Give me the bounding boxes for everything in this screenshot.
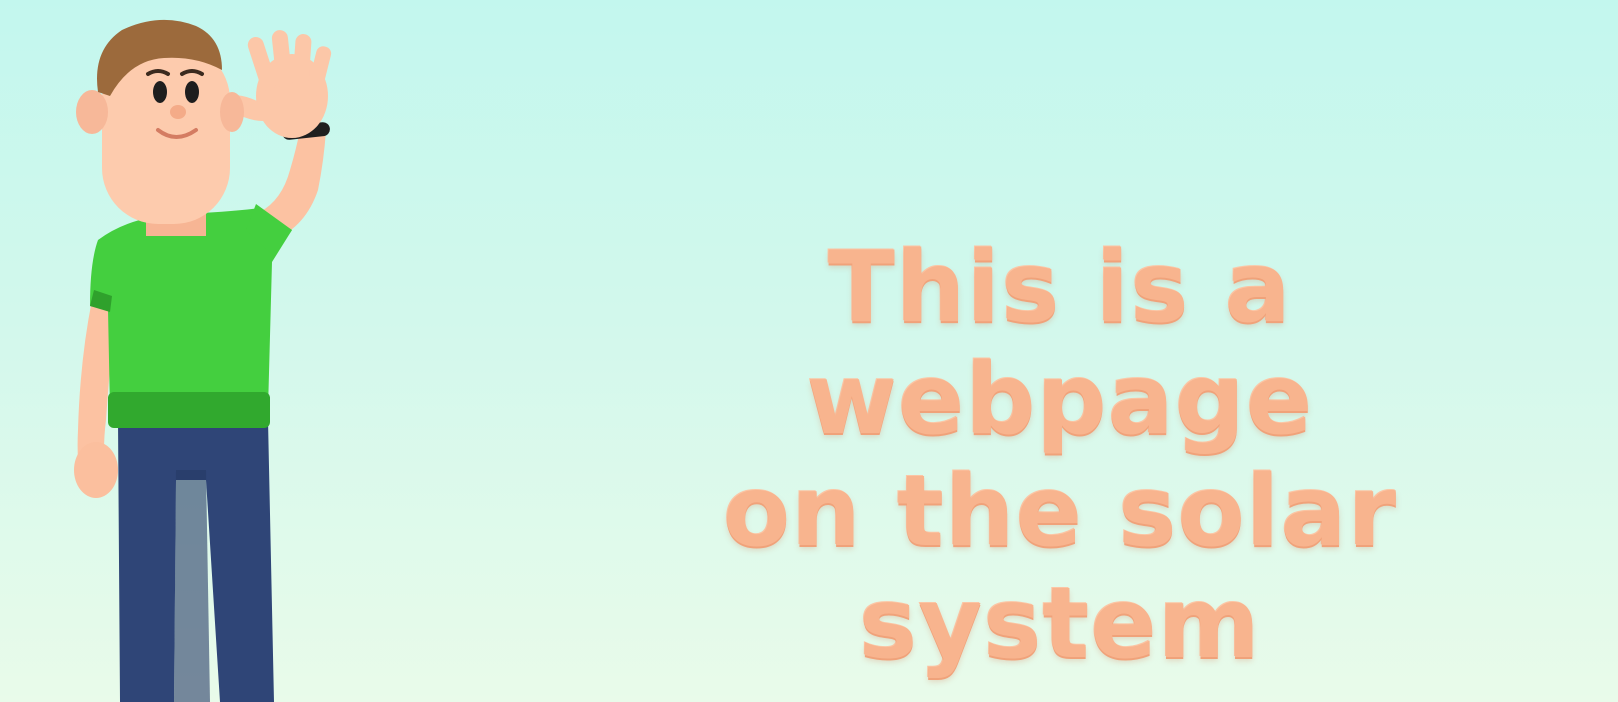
intro-scene: This is a webpage on the solar system <box>0 0 1618 702</box>
waving-man-illustration <box>74 19 332 702</box>
headline-line-2: on the solar <box>722 455 1398 569</box>
headline: This is a webpage on the solar system <box>580 232 1540 680</box>
pants <box>118 420 274 702</box>
head <box>76 19 244 224</box>
headline-line-1: This is a webpage <box>806 231 1314 457</box>
headline-line-3: system <box>859 567 1261 681</box>
